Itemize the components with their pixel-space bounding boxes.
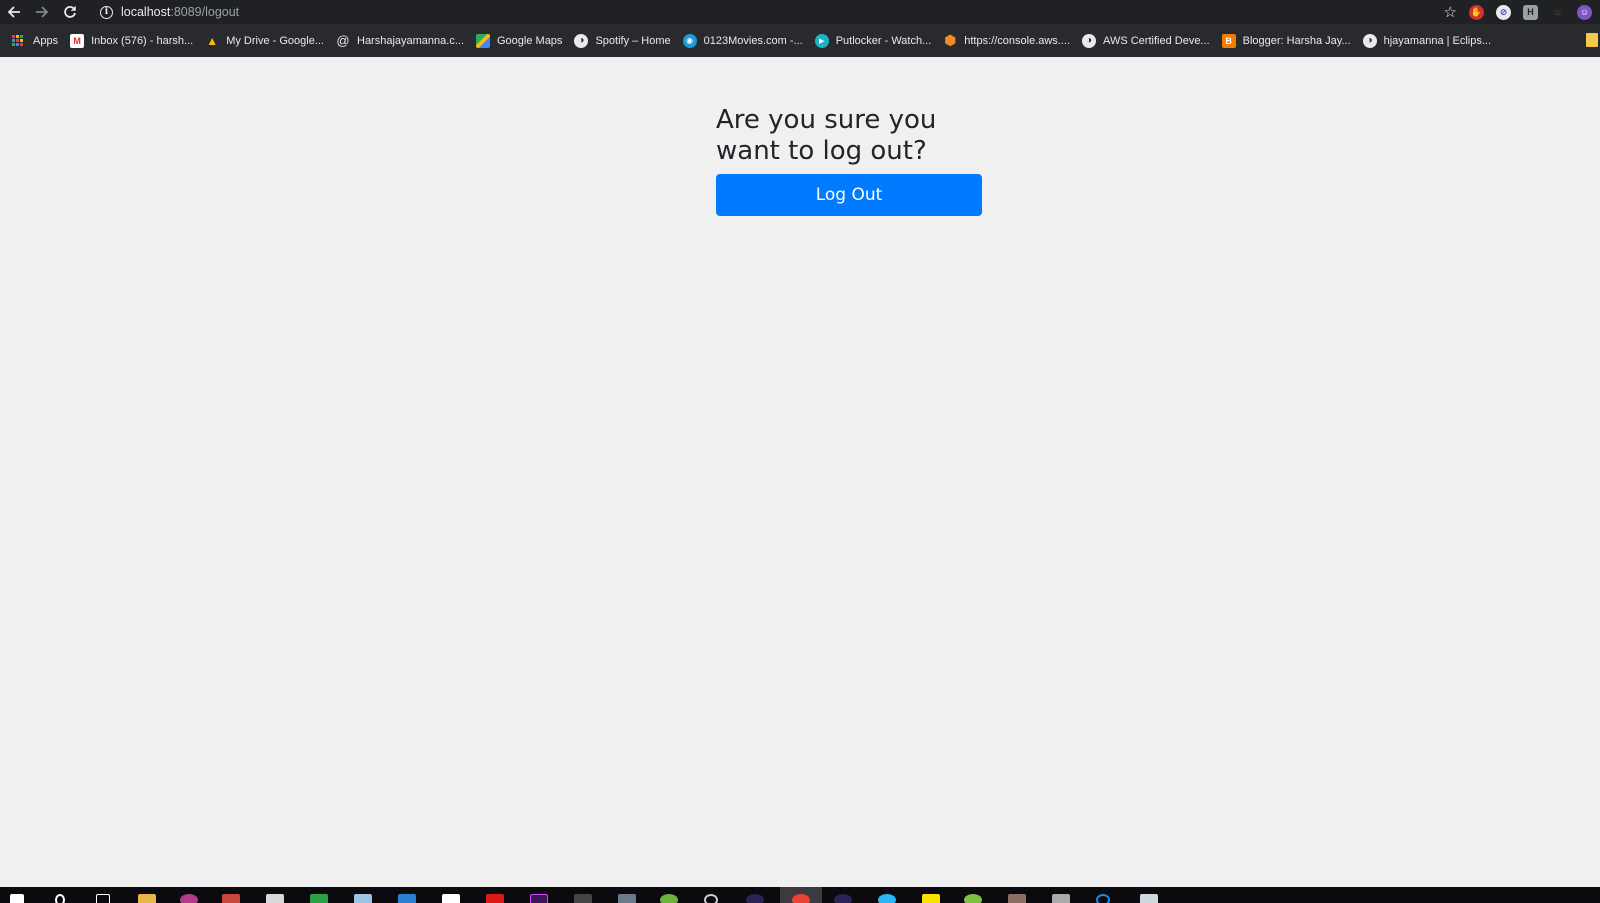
app-icon[interactable] — [442, 894, 460, 903]
bookmark-label: AWS Certified Deve... — [1103, 34, 1210, 47]
app-icon[interactable] — [1140, 894, 1158, 903]
arrow-right-icon — [36, 6, 49, 18]
browser-toolbar: i localhost:8089/logout ☆ ✋ ⊘ H ♨ ☺ — [0, 0, 1600, 24]
maps-icon — [476, 33, 490, 48]
adblock-icon[interactable]: ✋ — [1469, 4, 1484, 20]
app-icon[interactable] — [618, 894, 636, 903]
bookmark-label: Putlocker - Watch... — [835, 34, 932, 47]
app-icon[interactable] — [878, 894, 896, 903]
windows-taskbar — [0, 887, 1600, 903]
back-button[interactable] — [0, 0, 28, 24]
task-view-icon[interactable] — [96, 894, 110, 903]
globe-icon: ◑ — [1362, 33, 1377, 48]
at-icon: @ — [336, 33, 350, 48]
app-icon[interactable] — [310, 894, 328, 903]
app-icon[interactable] — [574, 894, 592, 903]
movies-icon: ◉ — [682, 33, 697, 48]
bookmark-item[interactable]: Google Maps — [472, 29, 570, 53]
app-icon[interactable] — [354, 894, 372, 903]
gmail-icon: M — [70, 33, 85, 48]
chrome-icon[interactable] — [792, 894, 810, 903]
bookmark-item[interactable]: ▲ My Drive - Google... — [201, 29, 332, 53]
bookmark-label: hjayamanna | Eclips... — [1383, 34, 1492, 47]
reload-button[interactable] — [56, 0, 84, 24]
app-icon[interactable] — [834, 894, 852, 903]
app-icon[interactable] — [266, 894, 284, 903]
bookmark-label: My Drive - Google... — [226, 34, 324, 47]
url-host: localhost — [121, 5, 171, 19]
java-icon[interactable]: ♨ — [1550, 5, 1565, 20]
play-icon: ▶ — [814, 33, 829, 48]
app-icon[interactable] — [964, 894, 982, 903]
bookmark-star-icon[interactable]: ☆ — [1444, 3, 1457, 21]
profile-avatar-icon[interactable]: ☺ — [1577, 4, 1592, 20]
bookmark-label: Harshajayamanna.c... — [357, 34, 464, 47]
premiere-icon[interactable] — [530, 894, 548, 903]
address-bar[interactable]: i localhost:8089/logout — [92, 1, 1452, 23]
app-icon[interactable] — [1096, 894, 1110, 903]
file-explorer-icon[interactable] — [138, 894, 156, 903]
search-icon[interactable] — [55, 894, 65, 903]
reload-icon — [64, 6, 76, 18]
bookmarks-bar: Apps M Inbox (576) - harsh... ▲ My Drive… — [0, 24, 1600, 57]
page-title: Are you sure you want to log out? — [716, 105, 937, 166]
logout-button[interactable]: Log Out — [716, 174, 982, 216]
sticky-notes-icon[interactable] — [922, 894, 940, 903]
app-icon[interactable] — [222, 894, 240, 903]
intellij-icon[interactable] — [180, 894, 198, 903]
extension-square-icon[interactable]: H — [1523, 4, 1538, 20]
apps-grid-icon — [12, 34, 24, 47]
bookmark-item[interactable]: M Inbox (576) - harsh... — [66, 29, 201, 53]
bookmark-label: Spotify – Home — [595, 34, 671, 47]
extensions-area: ☆ ✋ ⊘ H ♨ ☺ — [1444, 0, 1600, 24]
app-icon[interactable] — [1008, 894, 1026, 903]
bookmark-item[interactable]: ◑ AWS Certified Deve... — [1078, 29, 1218, 53]
blogger-icon: B — [1221, 33, 1236, 48]
other-bookmarks-folder-icon[interactable] — [1586, 33, 1598, 47]
arrow-left-icon — [7, 6, 20, 18]
page-content: Are you sure you want to log out? Log Ou… — [0, 57, 1600, 887]
app-icon[interactable] — [660, 894, 678, 903]
logout-form: Are you sure you want to log out? Log Ou… — [716, 105, 982, 216]
vscode-icon[interactable] — [398, 894, 416, 903]
bookmark-item[interactable]: ◑ Spotify – Home — [570, 29, 678, 53]
bookmark-item[interactable]: ◑ hjayamanna | Eclips... — [1359, 29, 1499, 53]
url-path: :8089/logout — [170, 5, 240, 19]
info-icon[interactable]: i — [100, 5, 113, 19]
bookmark-apps[interactable]: Apps — [8, 29, 66, 53]
app-icon[interactable] — [1052, 894, 1070, 903]
globe-icon: ◑ — [574, 33, 589, 48]
aws-cube-icon: ⬢ — [944, 32, 957, 48]
app-icon[interactable] — [704, 894, 718, 903]
angular-icon[interactable] — [486, 894, 504, 903]
bookmark-label: Apps — [33, 34, 59, 47]
bookmark-label: https://console.aws.... — [964, 34, 1071, 47]
drive-icon: ▲ — [206, 33, 219, 48]
bookmark-item[interactable]: B Blogger: Harsha Jay... — [1218, 29, 1359, 53]
bookmark-label: Google Maps — [497, 34, 563, 47]
extension-circle-icon[interactable]: ⊘ — [1496, 4, 1511, 20]
windows-start-icon[interactable] — [10, 894, 24, 903]
forward-button[interactable] — [28, 0, 56, 24]
bookmark-item[interactable]: @ Harshajayamanna.c... — [332, 29, 472, 53]
bookmark-item[interactable]: ◉ 0123Movies.com -... — [679, 29, 811, 53]
bookmark-label: 0123Movies.com -... — [703, 34, 803, 47]
bookmark-label: Inbox (576) - harsh... — [91, 34, 194, 47]
bookmark-item[interactable]: ⬢ https://console.aws.... — [939, 29, 1078, 53]
eclipse-icon[interactable] — [746, 894, 764, 903]
bookmark-label: Blogger: Harsha Jay... — [1242, 34, 1351, 47]
globe-icon: ◑ — [1082, 33, 1097, 48]
bookmark-item[interactable]: ▶ Putlocker - Watch... — [811, 29, 940, 53]
